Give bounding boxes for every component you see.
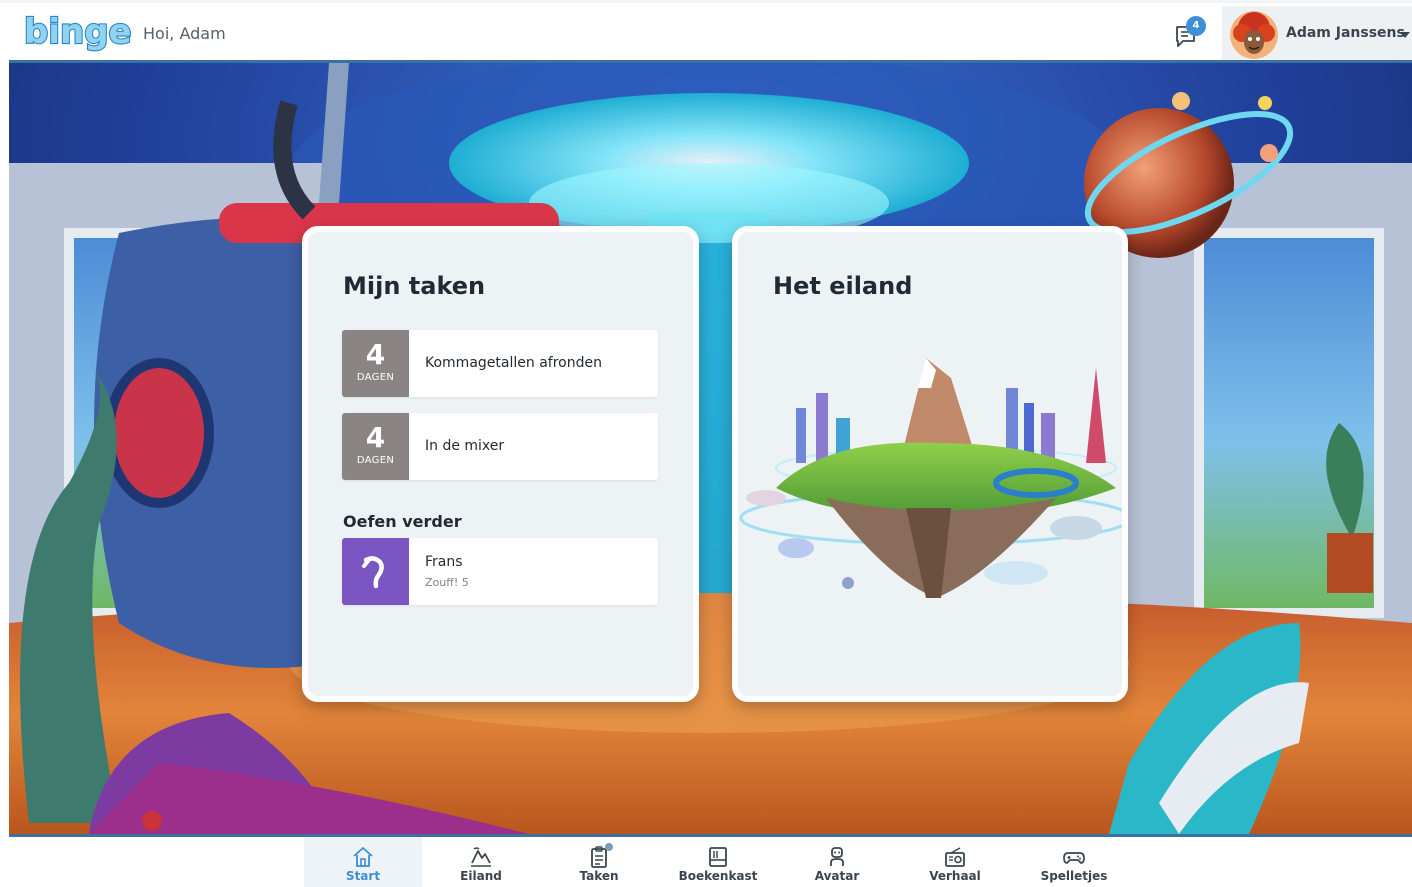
- nav-verhaal[interactable]: Verhaal: [896, 837, 1014, 887]
- bingel-logo[interactable]: bingel: [22, 9, 132, 57]
- task-item[interactable]: 4 DAGEN Kommagetallen afronden: [342, 330, 658, 397]
- nav-label: Spelletjes: [1040, 869, 1108, 883]
- task-days-badge: 4 DAGEN: [342, 413, 409, 480]
- task-item[interactable]: 4 DAGEN In de mixer: [342, 413, 658, 480]
- nav-label: Boekenkast: [678, 869, 758, 883]
- island-card-title: Het eiland: [773, 272, 913, 300]
- task-days-count: 4: [365, 338, 386, 371]
- task-days-unit: DAGEN: [356, 372, 395, 383]
- task-days-badge: 4 DAGEN: [342, 330, 409, 397]
- notification-dot: [605, 843, 613, 851]
- bookcase-icon: [709, 847, 727, 867]
- svg-text:bingel: bingel: [24, 12, 132, 52]
- nav-label: Verhaal: [929, 869, 981, 883]
- practice-title: Frans: [425, 554, 463, 570]
- island-illustration[interactable]: [738, 348, 1122, 608]
- top-bar: bingel Hoi, Adam 4 Adam Janssens: [0, 0, 1412, 63]
- task-days-count: 4: [365, 421, 386, 454]
- greeting-text: Hoi, Adam: [143, 24, 226, 43]
- practice-subtitle: Zouff! 5: [425, 576, 469, 589]
- island-icon: [471, 847, 491, 867]
- task-label: In de mixer: [425, 438, 505, 454]
- user-name: Adam Janssens: [1286, 25, 1405, 41]
- radio-icon: [945, 847, 965, 867]
- nav-label: Eiland: [460, 869, 502, 883]
- island-card[interactable]: Het eiland: [732, 226, 1128, 702]
- task-label: Kommagetallen afronden: [425, 355, 602, 371]
- practice-icon: [342, 538, 409, 605]
- nav-taken[interactable]: Taken: [540, 837, 658, 887]
- chevron-down-icon: [1400, 32, 1410, 38]
- spaceship-room-background: [9, 60, 1412, 837]
- tasks-card-title: Mijn taken: [343, 272, 486, 300]
- nav-eiland[interactable]: Eiland: [422, 837, 540, 887]
- nav-label: Start: [345, 869, 381, 883]
- user-menu[interactable]: Adam Janssens: [1222, 6, 1412, 63]
- gamepad-icon: [1063, 852, 1085, 864]
- practice-item[interactable]: Frans Zouff! 5: [342, 538, 658, 605]
- nav-label: Avatar: [814, 869, 860, 883]
- practice-section-title: Oefen verder: [343, 512, 462, 531]
- nav-spelletjes[interactable]: Spelletjes: [1015, 837, 1133, 887]
- task-days-unit: DAGEN: [356, 455, 395, 466]
- bottom-navigation: Start Eiland Taken Boekenkast Avatar Ver…: [0, 837, 1412, 887]
- avatar-icon: [830, 847, 844, 866]
- messages-badge: 4: [1186, 16, 1206, 36]
- avatar: [1230, 11, 1278, 59]
- nav-start[interactable]: Start: [304, 837, 422, 887]
- nav-boekenkast[interactable]: Boekenkast: [659, 837, 777, 887]
- nav-avatar[interactable]: Avatar: [778, 837, 896, 887]
- home-icon: [353, 847, 373, 867]
- tasks-card: Mijn taken 4 DAGEN Kommagetallen afronde…: [302, 226, 699, 702]
- nav-label: Taken: [579, 869, 619, 883]
